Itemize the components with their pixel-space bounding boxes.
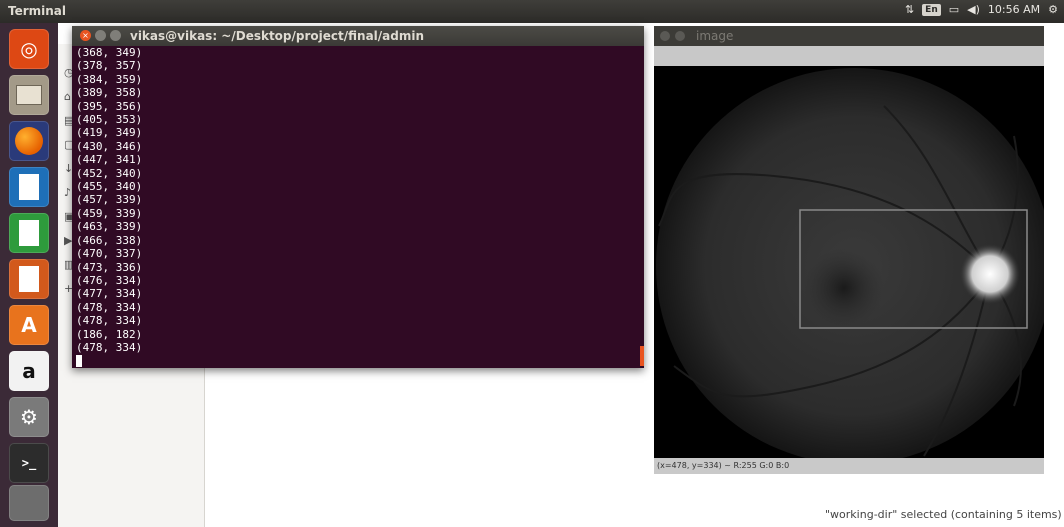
- terminal-line: (476, 334): [76, 273, 143, 287]
- terminal-line: (384, 359): [76, 72, 143, 86]
- terminal-line: (477, 334): [76, 287, 143, 301]
- image-window-title: image: [696, 29, 734, 43]
- terminal-icon[interactable]: >_: [9, 443, 49, 483]
- terminal-line: (455, 340): [76, 180, 143, 194]
- music-icon[interactable]: ♪: [64, 186, 71, 199]
- terminal-line: (447, 341): [76, 153, 143, 167]
- image-window[interactable]: image (x=478, y=334) ~ R:255 G:0 B:0: [654, 26, 1044, 474]
- image-pixel-status: (x=478, y=334) ~ R:255 G:0 B:0: [654, 458, 1044, 474]
- terminal-line: (463, 339): [76, 220, 143, 234]
- image-titlebar[interactable]: image: [654, 26, 1044, 46]
- network-icon[interactable]: ⇅: [905, 3, 914, 16]
- terminal-output[interactable]: (368, 349) (378, 357) (384, 359) (389, 358)…: [76, 46, 638, 368]
- libreoffice-writer-icon[interactable]: [9, 167, 49, 207]
- minimize-icon[interactable]: [95, 30, 106, 41]
- image-toolbar: [654, 46, 1044, 66]
- amazon-icon[interactable]: a: [9, 351, 49, 391]
- close-icon[interactable]: ×: [80, 30, 91, 41]
- gear-icon[interactable]: ⚙: [1048, 3, 1058, 16]
- launcher: ◎ A a ⚙ >_: [0, 23, 58, 527]
- terminal-line: (457, 339): [76, 193, 143, 207]
- clock[interactable]: 10:56 AM: [988, 3, 1040, 16]
- close-icon[interactable]: [660, 31, 670, 41]
- system-tray: ⇅ En ▭ ◀) 10:56 AM ⚙: [905, 3, 1058, 16]
- retina-fundus-image[interactable]: [654, 66, 1044, 458]
- terminal-line: (378, 357): [76, 59, 143, 73]
- keyboard-layout-indicator[interactable]: En: [922, 3, 941, 16]
- terminal-line: (368, 349): [76, 46, 143, 59]
- home-icon[interactable]: ⌂: [64, 90, 71, 103]
- trash-icon[interactable]: [9, 485, 49, 521]
- active-app-title: Terminal: [8, 4, 67, 18]
- optic-disc: [960, 244, 1020, 304]
- top-panel: Terminal ⇅ En ▭ ◀) 10:56 AM ⚙: [0, 0, 1064, 23]
- macula-region: [804, 248, 884, 328]
- terminal-cursor: [76, 355, 82, 368]
- libreoffice-impress-icon[interactable]: [9, 259, 49, 299]
- terminal-line: (478, 334): [76, 340, 143, 354]
- battery-icon[interactable]: ▭: [949, 3, 959, 16]
- terminal-window[interactable]: × vikas@vikas: ~/Desktop/project/final/a…: [72, 26, 644, 368]
- ubuntu-dash-icon[interactable]: ◎: [9, 29, 49, 69]
- system-settings-icon[interactable]: ⚙: [9, 397, 49, 437]
- firefox-icon[interactable]: [9, 121, 49, 161]
- terminal-titlebar[interactable]: × vikas@vikas: ~/Desktop/project/final/a…: [72, 26, 644, 46]
- terminal-line: (389, 358): [76, 86, 143, 100]
- file-manager-status: "working-dir" selected (containing 5 ite…: [825, 508, 1062, 521]
- terminal-line: (405, 353): [76, 113, 143, 127]
- terminal-line: (430, 346): [76, 139, 143, 153]
- terminal-title: vikas@vikas: ~/Desktop/project/final/adm…: [130, 29, 425, 43]
- terminal-line: (459, 339): [76, 206, 143, 220]
- terminal-line: (470, 337): [76, 247, 143, 261]
- libreoffice-calc-icon[interactable]: [9, 213, 49, 253]
- terminal-line: (466, 338): [76, 233, 143, 247]
- terminal-line: (478, 334): [76, 314, 143, 328]
- terminal-line: (419, 349): [76, 126, 143, 140]
- volume-icon[interactable]: ◀): [967, 3, 980, 16]
- files-icon[interactable]: [9, 75, 49, 115]
- terminal-line: (452, 340): [76, 166, 143, 180]
- terminal-scrollbar[interactable]: [640, 346, 644, 366]
- software-center-icon[interactable]: A: [9, 305, 49, 345]
- terminal-line: (395, 356): [76, 99, 143, 113]
- terminal-line: (473, 336): [76, 260, 143, 274]
- terminal-line: (478, 334): [76, 300, 143, 314]
- terminal-line: (186, 182): [76, 327, 143, 341]
- maximize-icon[interactable]: [110, 30, 121, 41]
- minimize-icon[interactable]: [675, 31, 685, 41]
